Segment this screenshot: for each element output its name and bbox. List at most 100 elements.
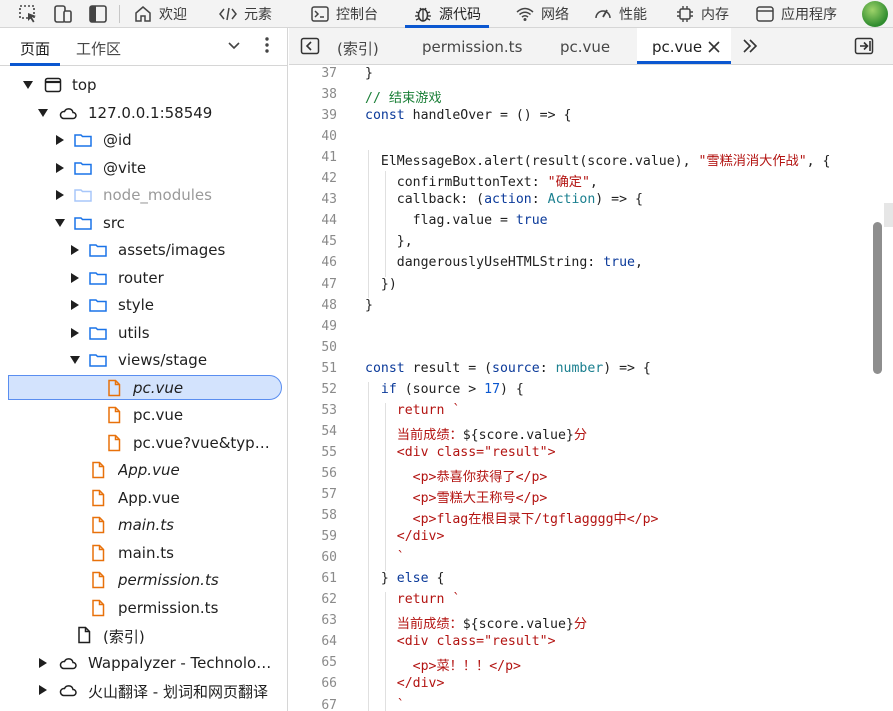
tree-item-label: @id <box>103 131 132 149</box>
tree-item[interactable]: pc.vue?vue&type… <box>0 430 287 457</box>
code-line: ` <box>365 550 405 566</box>
tree-item[interactable]: pc.vue <box>0 402 287 429</box>
tab-workspace[interactable]: 工作区 <box>76 38 121 59</box>
tab-elements[interactable]: 元素 <box>218 0 272 28</box>
tab-network[interactable]: 网络 <box>515 0 569 28</box>
tree-item[interactable]: pc.vue <box>0 374 287 402</box>
tree-item[interactable]: main.ts <box>0 540 287 567</box>
more-tabs-icon[interactable] <box>741 37 759 55</box>
editor-tab-index[interactable]: (索引) <box>337 38 379 59</box>
code-line: ` <box>365 697 405 711</box>
tree-item[interactable]: assets/images <box>0 237 287 264</box>
collapse-arrow-icon[interactable] <box>71 245 79 255</box>
line-number: 61 <box>321 571 337 587</box>
line-number: 37 <box>321 66 337 81</box>
line-number: 64 <box>321 634 337 650</box>
tree-item[interactable]: permission.ts <box>0 567 287 594</box>
devtools-toolbar: 欢迎 元素 控制台 源代码 网络 性能 内存 应用程序 <box>0 0 893 28</box>
collapse-arrow-icon[interactable] <box>71 272 79 283</box>
tree-item-label: top <box>72 76 97 94</box>
line-number: 55 <box>321 444 337 460</box>
collapse-arrow-icon[interactable] <box>71 327 79 338</box>
code-line: return ` <box>396 402 461 418</box>
tree-item[interactable]: node_modules <box>0 182 287 209</box>
editor-tab-pc-vue[interactable]: pc.vue <box>560 38 610 56</box>
chevron-down-icon[interactable] <box>226 37 242 53</box>
file-icon <box>104 378 124 398</box>
folder-icon <box>88 295 108 315</box>
device-toolbar-icon[interactable] <box>52 3 74 25</box>
tree-item[interactable]: main.ts <box>0 512 287 539</box>
line-number: 41 <box>321 150 337 166</box>
inspect-element-icon[interactable] <box>17 3 39 25</box>
editor-tab-permission[interactable]: permission.ts <box>422 38 522 56</box>
tab-sources[interactable]: 源代码 <box>405 0 489 28</box>
line-number: 42 <box>321 171 337 187</box>
line-number: 48 <box>321 297 337 313</box>
file-icon <box>104 405 124 425</box>
console-icon <box>311 6 329 22</box>
tree-item[interactable]: router <box>0 265 287 292</box>
dock-side-icon[interactable] <box>87 3 109 25</box>
tree-item[interactable]: 火山翻译 - 划词和网页翻译 <box>0 677 287 704</box>
collapse-arrow-icon[interactable] <box>56 135 64 145</box>
cloud-icon <box>58 103 78 123</box>
tab-welcome[interactable]: 欢迎 <box>133 0 187 28</box>
code-editor[interactable]: 37 38 39 40 41 42 43 44 45 46 47 48 49 50 51 52 53 54 55 56… <box>289 65 893 711</box>
toggle-debugger-icon[interactable] <box>854 37 874 55</box>
tree-item[interactable]: @vite <box>0 155 287 182</box>
tab-application[interactable]: 应用程序 <box>755 0 837 28</box>
scrollbar-thumb[interactable] <box>873 222 882 374</box>
collapse-arrow-icon[interactable] <box>56 162 64 173</box>
more-options-icon[interactable] <box>262 35 272 55</box>
tab-performance[interactable]: 性能 <box>593 0 647 28</box>
folder-icon <box>73 158 93 178</box>
cloud-icon <box>58 653 78 673</box>
tree-item-label: App.vue <box>118 488 180 507</box>
collapse-arrow-icon[interactable] <box>39 657 47 668</box>
tree-item[interactable]: src <box>0 210 287 237</box>
folder-icon <box>88 268 108 288</box>
collapse-arrow-icon[interactable] <box>56 190 64 200</box>
line-number: 52 <box>321 381 337 397</box>
file-icon <box>88 488 108 508</box>
toggle-navigator-icon[interactable] <box>300 37 320 55</box>
editor-tab-pc-vue-active[interactable]: pc.vue <box>652 38 702 56</box>
expand-arrow-icon[interactable] <box>70 356 80 364</box>
tree-item-label: Wappalyzer - Technolog… <box>88 653 276 672</box>
profile-avatar[interactable] <box>862 1 888 27</box>
tree-item[interactable]: Wappalyzer - Technolog… <box>0 650 287 677</box>
tree-item[interactable]: top <box>0 72 287 99</box>
close-icon[interactable] <box>707 40 721 54</box>
collapse-arrow-icon[interactable] <box>39 685 47 695</box>
tree-item-label: style <box>118 296 154 314</box>
expand-arrow-icon[interactable] <box>23 81 33 89</box>
code-line: </div> <box>365 676 445 692</box>
expand-arrow-icon[interactable] <box>38 108 48 117</box>
tree-item[interactable]: App.vue <box>0 485 287 512</box>
tree-item[interactable]: (索引) <box>0 622 287 649</box>
tab-memory[interactable]: 内存 <box>675 0 729 28</box>
tree-item[interactable]: utils <box>0 320 287 347</box>
tree-item[interactable]: 127.0.0.1:58549 <box>0 100 287 127</box>
tree-item-label: pc.vue <box>133 406 184 424</box>
collapse-arrow-icon[interactable] <box>71 300 79 310</box>
line-number: 39 <box>321 108 337 124</box>
tree-item[interactable]: App.vue <box>0 457 287 484</box>
line-number: 40 <box>321 129 337 145</box>
tree-item[interactable]: style <box>0 292 287 319</box>
line-number: 50 <box>321 339 337 355</box>
file-icon <box>88 598 108 618</box>
tree-item[interactable]: permission.ts <box>0 595 287 622</box>
editor-scrollbar[interactable] <box>868 65 893 711</box>
tree-item[interactable]: @id <box>0 127 287 154</box>
line-number: 45 <box>321 234 337 250</box>
tree-item-label: 火山翻译 - 划词和网页翻译 <box>88 683 268 701</box>
tab-page[interactable]: 页面 <box>9 38 61 66</box>
tree-item[interactable]: views/stage <box>0 347 287 374</box>
tab-label: 应用程序 <box>781 7 837 23</box>
tab-console[interactable]: 控制台 <box>310 0 378 28</box>
code-line: <div class="result"> <box>365 444 556 460</box>
tab-label: 内存 <box>701 7 729 23</box>
expand-arrow-icon[interactable] <box>55 218 65 227</box>
